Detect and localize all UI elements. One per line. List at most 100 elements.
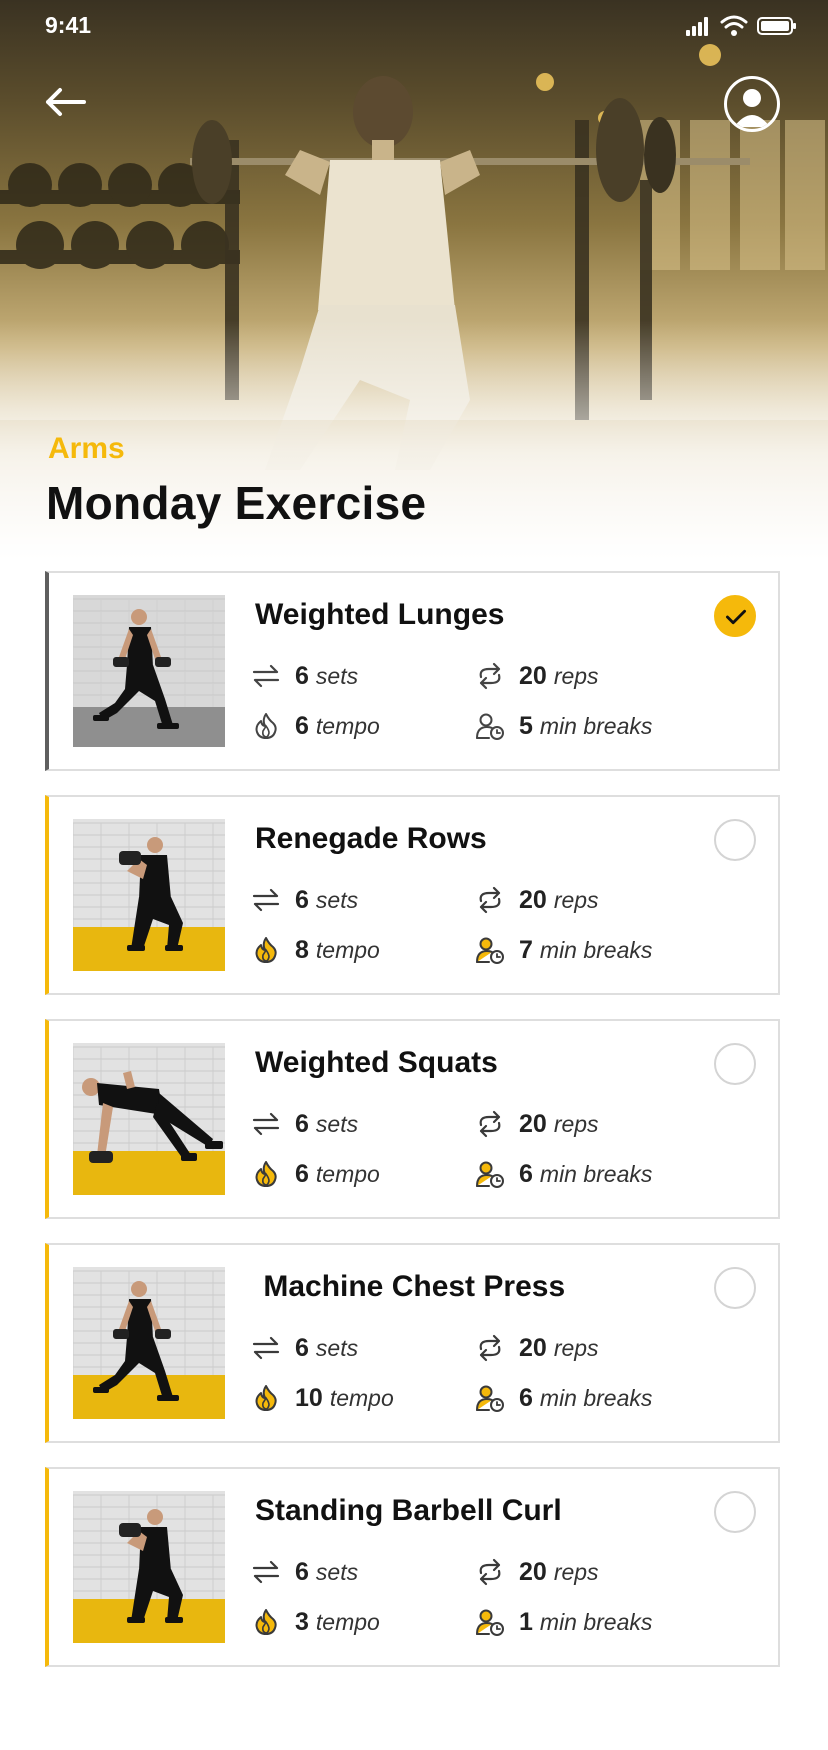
exercise-name: Standing Barbell Curl [255, 1494, 562, 1527]
sets-stat: 6 sets [251, 885, 358, 915]
sets-unit: sets [315, 886, 359, 913]
exercise-name: Weighted Lunges [255, 598, 505, 631]
reps-value: 20 [519, 1557, 547, 1586]
tempo-value: 6 [295, 711, 309, 740]
tempo-stat: 6 tempo [251, 1159, 380, 1189]
tempo-stat: 8 tempo [251, 935, 380, 965]
tempo-value: 3 [295, 1607, 309, 1636]
flame-icon [255, 713, 277, 739]
exercise-card[interactable]: Machine Chest Press 6 sets 20 reps 10 te… [45, 1243, 780, 1443]
reps-value: 20 [519, 885, 547, 914]
breaks-unit: min breaks [539, 1384, 653, 1411]
exercise-card[interactable]: Renegade Rows 6 sets 20 reps 8 tempo 7 m… [45, 795, 780, 995]
breaks-value: 6 [519, 1383, 533, 1412]
sets-unit: sets [315, 662, 359, 689]
tempo-value: 6 [295, 1159, 309, 1188]
transfer-arrows-icon [252, 664, 280, 688]
person-clock-icon [476, 1609, 504, 1636]
avatar-icon [734, 89, 770, 127]
tempo-unit: tempo [329, 1384, 394, 1411]
breaks-stat: 6 min breaks [475, 1159, 652, 1189]
flame-icon [255, 1609, 277, 1635]
exercise-card[interactable]: Weighted Lunges 6 sets 20 reps 6 tempo 5… [45, 571, 780, 771]
exercise-thumbnail [73, 1267, 225, 1419]
reps-value: 20 [519, 1333, 547, 1362]
tempo-unit: tempo [315, 1608, 380, 1635]
tempo-value: 10 [295, 1383, 323, 1412]
exercise-card[interactable]: Weighted Squats 6 sets 20 reps 6 tempo 6… [45, 1019, 780, 1219]
breaks-value: 6 [519, 1159, 533, 1188]
sets-unit: sets [315, 1558, 359, 1585]
tempo-stat: 10 tempo [251, 1383, 394, 1413]
category-label: Arms [48, 432, 125, 465]
exercise-thumbnail [73, 1043, 225, 1195]
exercise-thumbnail [73, 1491, 225, 1643]
reps-unit: reps [553, 1110, 599, 1137]
completion-checkbox[interactable] [714, 595, 756, 637]
breaks-stat: 6 min breaks [475, 1383, 652, 1413]
breaks-unit: min breaks [539, 936, 653, 963]
transfer-arrows-icon [252, 1112, 280, 1136]
person-clock-icon [476, 937, 504, 964]
repeat-icon [479, 662, 501, 690]
tempo-unit: tempo [315, 712, 380, 739]
breaks-unit: min breaks [539, 1160, 653, 1187]
signal-icon [686, 17, 708, 36]
reps-stat: 20 reps [475, 1557, 599, 1587]
exercise-name: Machine Chest Press [255, 1270, 566, 1303]
tempo-stat: 3 tempo [251, 1607, 380, 1637]
person-clock-icon [476, 1385, 504, 1412]
reps-unit: reps [553, 662, 599, 689]
reps-unit: reps [553, 886, 599, 913]
exercise-thumbnail [73, 819, 225, 971]
person-clock-icon [476, 713, 504, 740]
flame-icon [255, 1161, 277, 1187]
sets-value: 6 [295, 661, 309, 690]
breaks-stat: 7 min breaks [475, 935, 652, 965]
page-title: Monday Exercise [46, 477, 427, 529]
reps-value: 20 [519, 661, 547, 690]
reps-stat: 20 reps [475, 661, 599, 691]
checkmark-icon [726, 609, 746, 625]
reps-unit: reps [553, 1558, 599, 1585]
reps-value: 20 [519, 1109, 547, 1138]
wifi-icon [720, 15, 748, 29]
repeat-icon [479, 1558, 501, 1586]
exercise-name: Renegade Rows [255, 822, 487, 855]
status-icons [686, 15, 796, 36]
sets-value: 6 [295, 885, 309, 914]
transfer-arrows-icon [252, 888, 280, 912]
completion-checkbox[interactable] [714, 819, 756, 861]
completion-checkbox[interactable] [714, 1267, 756, 1309]
breaks-stat: 1 min breaks [475, 1607, 652, 1637]
reps-stat: 20 reps [475, 1333, 599, 1363]
flame-icon [255, 937, 277, 963]
exercise-card[interactable]: Standing Barbell Curl 6 sets 20 reps 3 t… [45, 1467, 780, 1667]
breaks-value: 1 [519, 1607, 533, 1636]
sets-unit: sets [315, 1334, 359, 1361]
back-button[interactable] [40, 82, 90, 122]
sets-value: 6 [295, 1333, 309, 1362]
repeat-icon [479, 886, 501, 914]
completion-checkbox[interactable] [714, 1043, 756, 1085]
tempo-unit: tempo [315, 936, 380, 963]
breaks-stat: 5 min breaks [475, 711, 652, 741]
battery-icon [757, 17, 796, 35]
sets-stat: 6 sets [251, 1333, 358, 1363]
repeat-icon [479, 1110, 501, 1138]
sets-stat: 6 sets [251, 1109, 358, 1139]
status-time: 9:41 [45, 12, 92, 38]
breaks-value: 5 [519, 711, 533, 740]
breaks-unit: min breaks [539, 1608, 653, 1635]
sets-value: 6 [295, 1109, 309, 1138]
tempo-stat: 6 tempo [251, 711, 380, 741]
exercise-list: Weighted Lunges 6 sets 20 reps 6 tempo 5… [45, 571, 780, 1691]
sets-stat: 6 sets [251, 661, 358, 691]
repeat-icon [479, 1334, 501, 1362]
reps-stat: 20 reps [475, 885, 599, 915]
profile-button[interactable] [724, 76, 780, 132]
completion-checkbox[interactable] [714, 1491, 756, 1533]
reps-stat: 20 reps [475, 1109, 599, 1139]
breaks-value: 7 [519, 935, 533, 964]
flame-icon [255, 1385, 277, 1411]
